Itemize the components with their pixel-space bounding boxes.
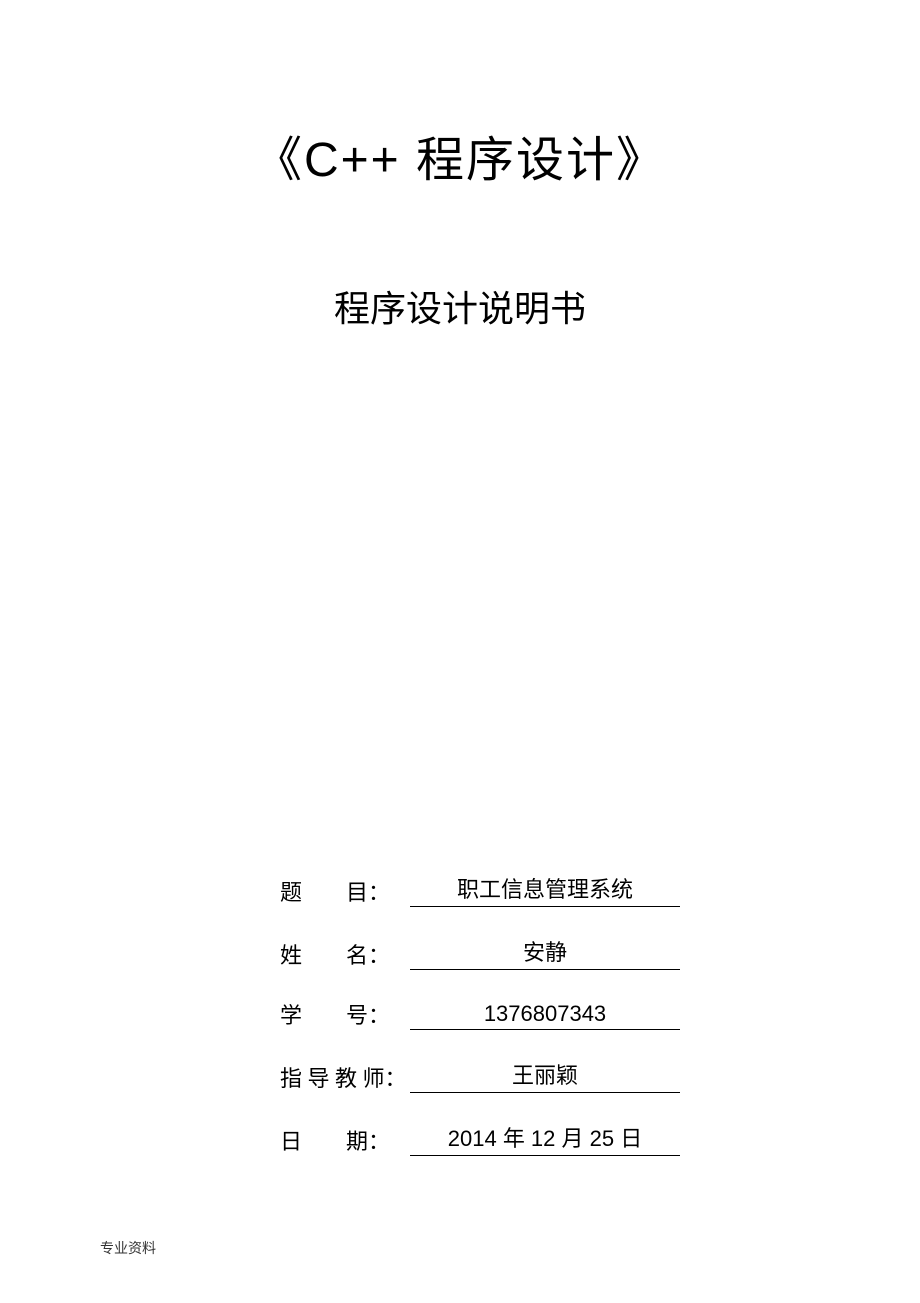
field-value-student-id: 1376807343 (410, 1001, 680, 1030)
field-topic: 题 目： 职工信息管理系统 (280, 872, 680, 907)
field-label-date: 日 期： (280, 1124, 410, 1156)
field-label-topic: 题 目： (280, 875, 410, 907)
main-title: 《C++ 程序设计》 (100, 120, 820, 190)
field-label-name: 姓 名： (280, 938, 410, 970)
footer-text: 专业资料 (100, 1238, 156, 1258)
field-label-advisor: 指 导 教 师： (280, 1061, 410, 1093)
field-value-date: 2014 年 12 月 25 日 (410, 1121, 680, 1156)
field-value-advisor: 王丽颖 (410, 1058, 680, 1093)
field-name: 姓 名： 安静 (280, 935, 680, 970)
field-student-id: 学 号： 1376807343 (280, 998, 680, 1030)
field-date: 日 期： 2014 年 12 月 25 日 (280, 1121, 680, 1156)
field-advisor: 指 导 教 师： 王丽颖 (280, 1058, 680, 1093)
field-value-topic: 职工信息管理系统 (410, 872, 680, 907)
document-page: 《C++ 程序设计》 程序设计说明书 题 目： 职工信息管理系统 姓 名： 安静… (0, 0, 920, 1303)
info-fields: 题 目： 职工信息管理系统 姓 名： 安静 学 号： 1376807343 指 … (280, 872, 680, 1184)
sub-title: 程序设计说明书 (100, 280, 820, 332)
field-value-name: 安静 (410, 935, 680, 970)
field-label-student-id: 学 号： (280, 998, 410, 1030)
